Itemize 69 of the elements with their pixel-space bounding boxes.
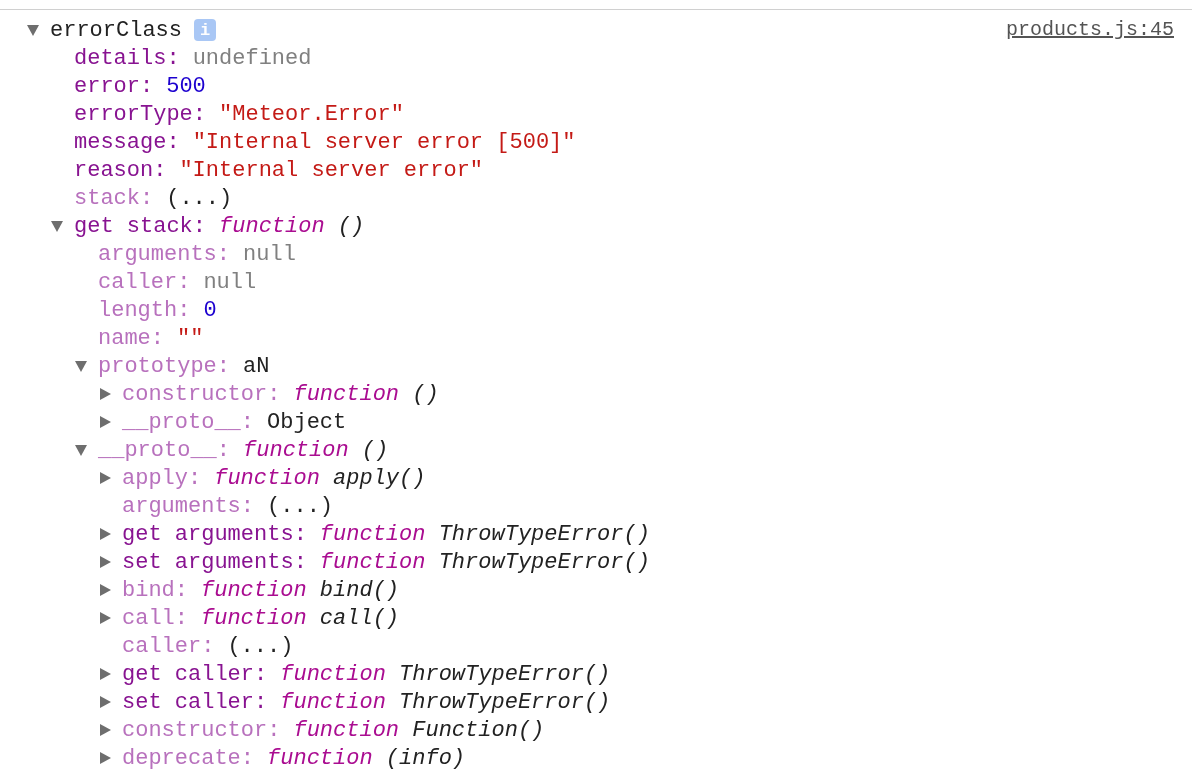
property-name: __proto__: (122, 408, 255, 437)
property-name: get caller: (122, 660, 268, 689)
property-value: 500 (166, 72, 206, 101)
property-value: (...) (267, 492, 334, 521)
property-name: constructor: (122, 716, 281, 745)
collapsed-triangle-icon[interactable] (98, 751, 112, 765)
property-name: set caller: (122, 688, 268, 717)
source-link[interactable]: products.js:45 (1005, 15, 1174, 45)
property-value: (...) (166, 184, 233, 213)
property-value: function apply() (214, 464, 426, 493)
property-value: null (243, 240, 296, 269)
expanded-triangle-icon[interactable] (74, 359, 88, 373)
collapsed-triangle-icon[interactable] (98, 471, 112, 485)
property-value: function ThrowTypeError() (280, 688, 611, 717)
expanded-triangle-icon[interactable] (26, 23, 40, 37)
property-value: function call() (201, 604, 400, 633)
property-value: function ThrowTypeError() (319, 520, 650, 549)
property-name: caller: (98, 268, 191, 297)
property-name: prototype: (98, 352, 231, 381)
collapsed-triangle-icon[interactable] (98, 527, 112, 541)
property-value: "Meteor.Error" (219, 100, 404, 129)
collapsed-triangle-icon[interactable] (98, 695, 112, 709)
property-value: "Internal server error [500]" (192, 128, 576, 157)
property-name: arguments: (122, 492, 255, 521)
object-name: errorClass (50, 16, 183, 45)
property-value: function () (243, 436, 389, 465)
property-name: bind: (122, 576, 188, 605)
property-value: "Internal server error" (179, 156, 484, 185)
property-value: function (info) (267, 744, 466, 773)
property-name: name: (98, 324, 164, 353)
property-name: constructor: (122, 380, 281, 409)
collapsed-triangle-icon[interactable] (98, 387, 112, 401)
property-name: stack: (74, 184, 154, 213)
property-name: apply: (122, 464, 202, 493)
property-value: function Function() (293, 716, 545, 745)
collapsed-triangle-icon[interactable] (98, 667, 112, 681)
collapsed-triangle-icon[interactable] (98, 415, 112, 429)
property-name: arguments: (98, 240, 231, 269)
collapsed-triangle-icon[interactable] (98, 611, 112, 625)
property-name: errorType: (74, 100, 207, 129)
property-value: Object (267, 408, 347, 437)
property-value: function () (219, 212, 365, 241)
property-value: "" (177, 324, 204, 353)
property-value: undefined (192, 44, 312, 73)
property-value: function ThrowTypeError() (319, 548, 650, 577)
property-name: deprecate: (122, 744, 255, 773)
expanded-triangle-icon[interactable] (74, 443, 88, 457)
property-value: function bind() (201, 576, 400, 605)
property-name: caller: (122, 632, 215, 661)
property-name: get arguments: (122, 520, 307, 549)
property-name: get stack: (74, 212, 207, 241)
property-value: aN (243, 352, 270, 381)
property-value: function ThrowTypeError() (280, 660, 611, 689)
property-value: (...) (227, 632, 294, 661)
expanded-triangle-icon[interactable] (50, 219, 64, 233)
property-name: reason: (74, 156, 167, 185)
property-value: 0 (203, 296, 217, 325)
collapsed-triangle-icon[interactable] (98, 583, 112, 597)
property-value: function () (293, 380, 439, 409)
property-name: details: (74, 44, 180, 73)
property-name: __proto__: (98, 436, 231, 465)
property-name: message: (74, 128, 180, 157)
collapsed-triangle-icon[interactable] (98, 723, 112, 737)
property-name: error: (74, 72, 154, 101)
collapsed-triangle-icon[interactable] (98, 555, 112, 569)
property-name: set arguments: (122, 548, 307, 577)
property-value: null (203, 268, 257, 297)
property-name: length: (98, 296, 191, 325)
property-name: call: (122, 604, 188, 633)
